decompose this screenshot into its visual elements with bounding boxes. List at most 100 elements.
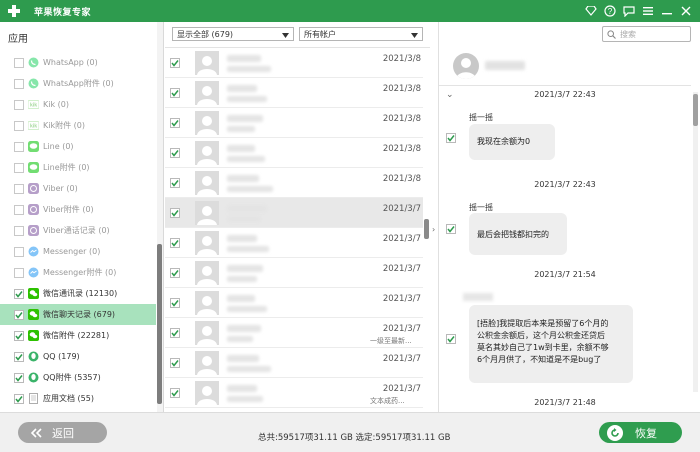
- sidebar-item-checkbox[interactable]: [14, 351, 24, 362]
- sidebar-item[interactable]: WhatsApp附件 (0): [0, 73, 156, 94]
- sidebar-item[interactable]: Viber附件 (0): [0, 199, 156, 220]
- sidebar-item[interactable]: 微信附件 (22281): [0, 325, 156, 346]
- close-icon[interactable]: [678, 3, 694, 19]
- conversation-row[interactable]: 2021/3/7: [165, 258, 423, 288]
- sidebar-item[interactable]: QQ (179): [0, 346, 156, 367]
- conversation-avatar: [195, 291, 219, 315]
- sidebar-item-checkbox[interactable]: [14, 141, 24, 152]
- sidebar-item[interactable]: 微信通讯录 (12130): [0, 283, 156, 304]
- sidebar-item-checkbox[interactable]: [14, 183, 24, 194]
- conversation-checkbox[interactable]: [170, 118, 180, 128]
- conversation-checkbox[interactable]: [170, 148, 180, 158]
- sidebar-item-checkbox[interactable]: [14, 330, 24, 341]
- account-select[interactable]: 所有帐户: [299, 27, 423, 41]
- sidebar-item[interactable]: 应用文档 (55): [0, 388, 156, 409]
- conversation-avatar: [195, 51, 219, 75]
- sidebar-item[interactable]: QQ附件 (5357): [0, 367, 156, 388]
- conversation-row[interactable]: 2021/3/8: [165, 138, 423, 168]
- conversation-row[interactable]: 2021/3/8: [165, 168, 423, 198]
- conversation-checkbox[interactable]: [170, 328, 180, 338]
- search-input[interactable]: 搜索: [602, 26, 691, 42]
- sidebar-item[interactable]: WhatsApp (0): [0, 52, 156, 73]
- sidebar-item-label: 微信附件 (22281): [43, 331, 110, 340]
- message-timestamp: 2021/3/7 21:54: [534, 270, 596, 279]
- conversation-row[interactable]: 2021/3/8: [165, 108, 423, 138]
- chat-scrollbar-thumb[interactable]: [693, 94, 698, 126]
- conversation-avatar: [195, 381, 219, 405]
- message-checkbox[interactable]: [446, 224, 456, 234]
- list-scrollbar-thumb[interactable]: [424, 219, 429, 239]
- conversation-row[interactable]: 2021/3/8: [165, 48, 423, 78]
- sidebar-item[interactable]: kik Kik附件 (0): [0, 115, 156, 136]
- diamond-icon[interactable]: [583, 3, 599, 19]
- sidebar-item[interactable]: Viber (0): [0, 178, 156, 199]
- conversation-row[interactable]: 2021/3/7: [165, 228, 423, 258]
- conversation-checkbox[interactable]: [170, 88, 180, 98]
- sidebar-item-label: Kik (0): [43, 100, 69, 109]
- chevron-down-icon: [411, 31, 418, 40]
- sidebar-item-checkbox[interactable]: [14, 309, 24, 320]
- conversation-date: 2021/3/7: [382, 324, 421, 334]
- conversation-preview-redacted: [227, 126, 255, 132]
- conversation-checkbox[interactable]: [170, 388, 180, 398]
- sidebar-item[interactable]: Line (0): [0, 136, 156, 157]
- conversation-checkbox[interactable]: [170, 268, 180, 278]
- sidebar-item-checkbox[interactable]: [14, 288, 24, 299]
- message-checkbox[interactable]: [446, 334, 456, 344]
- sidebar-item[interactable]: Messenger (0): [0, 241, 156, 262]
- recover-button-label: 恢复: [635, 426, 657, 440]
- minimize-icon[interactable]: [659, 3, 675, 19]
- sidebar-item-checkbox[interactable]: [14, 393, 24, 404]
- conversation-row[interactable]: 2021/3/7: [165, 198, 423, 228]
- chat-icon[interactable]: [621, 3, 637, 19]
- sidebar-item-label: Line附件 (0): [43, 163, 90, 172]
- sidebar-item[interactable]: 微信聊天记录 (679): [0, 304, 156, 325]
- sidebar-item-checkbox[interactable]: [14, 267, 24, 278]
- expand-arrow-icon[interactable]: ›: [432, 225, 435, 234]
- sidebar-item-checkbox[interactable]: [14, 225, 24, 236]
- sidebar-item-checkbox[interactable]: [14, 78, 24, 89]
- recover-button[interactable]: 恢复: [599, 422, 682, 443]
- conversation-row[interactable]: 2021/3/7 一级至最新...: [165, 318, 423, 348]
- conversation-checkbox[interactable]: [170, 298, 180, 308]
- conversation-checkbox[interactable]: [170, 58, 180, 68]
- back-button[interactable]: 返回: [18, 422, 107, 443]
- sidebar-item[interactable]: Viber通话记录 (0): [0, 220, 156, 241]
- conversation-checkbox[interactable]: [170, 358, 180, 368]
- sidebar-item-checkbox[interactable]: [14, 99, 24, 110]
- sidebar-item-checkbox[interactable]: [14, 162, 24, 173]
- sidebar-item-checkbox[interactable]: [14, 120, 24, 131]
- sidebar-item[interactable]: Messenger附件 (0): [0, 262, 156, 283]
- message-bubble: 最后会把钱都扣完的: [469, 213, 567, 255]
- sidebar-scrollbar-thumb[interactable]: [157, 244, 162, 404]
- kik-icon: kik: [28, 99, 39, 110]
- conversation-row[interactable]: 2021/3/7: [165, 288, 423, 318]
- conversation-row[interactable]: 2021/3/8: [165, 78, 423, 108]
- sidebar-item[interactable]: kik Kik (0): [0, 94, 156, 115]
- conversation-row[interactable]: 2021/3/7: [165, 348, 423, 378]
- sidebar-item-checkbox[interactable]: [14, 57, 24, 68]
- sidebar-item-label: 微信聊天记录 (679): [43, 310, 116, 319]
- sidebar-item-checkbox[interactable]: [14, 246, 24, 257]
- conversation-date: 2021/3/8: [382, 84, 421, 94]
- message-checkbox[interactable]: [446, 133, 456, 143]
- menu-icon[interactable]: [640, 3, 656, 19]
- sidebar-item-label: QQ附件 (5357): [43, 373, 101, 382]
- help-icon[interactable]: ?: [602, 3, 618, 19]
- svg-text:?: ?: [608, 7, 613, 16]
- sidebar-item-checkbox[interactable]: [14, 204, 24, 215]
- filter-select[interactable]: 显示全部 (679): [172, 27, 294, 41]
- sidebar-item[interactable]: Line附件 (0): [0, 157, 156, 178]
- message-text-line: 公积金余额后，这个月公积金还贷后: [477, 331, 605, 340]
- conversation-avatar: [195, 351, 219, 375]
- conversation-name-redacted: [227, 235, 257, 242]
- conversation-checkbox[interactable]: [170, 208, 180, 218]
- chat-scrollbar-track[interactable]: [693, 92, 698, 392]
- sidebar-item-checkbox[interactable]: [14, 372, 24, 383]
- conversation-checkbox[interactable]: [170, 238, 180, 248]
- conversation-checkbox[interactable]: [170, 178, 180, 188]
- svg-text:kik: kik: [30, 103, 37, 109]
- conversation-row[interactable]: 2021/3/7 文本成药...: [165, 378, 423, 408]
- conversation-preview-redacted: [227, 216, 261, 222]
- chevron-down-icon: [282, 31, 289, 40]
